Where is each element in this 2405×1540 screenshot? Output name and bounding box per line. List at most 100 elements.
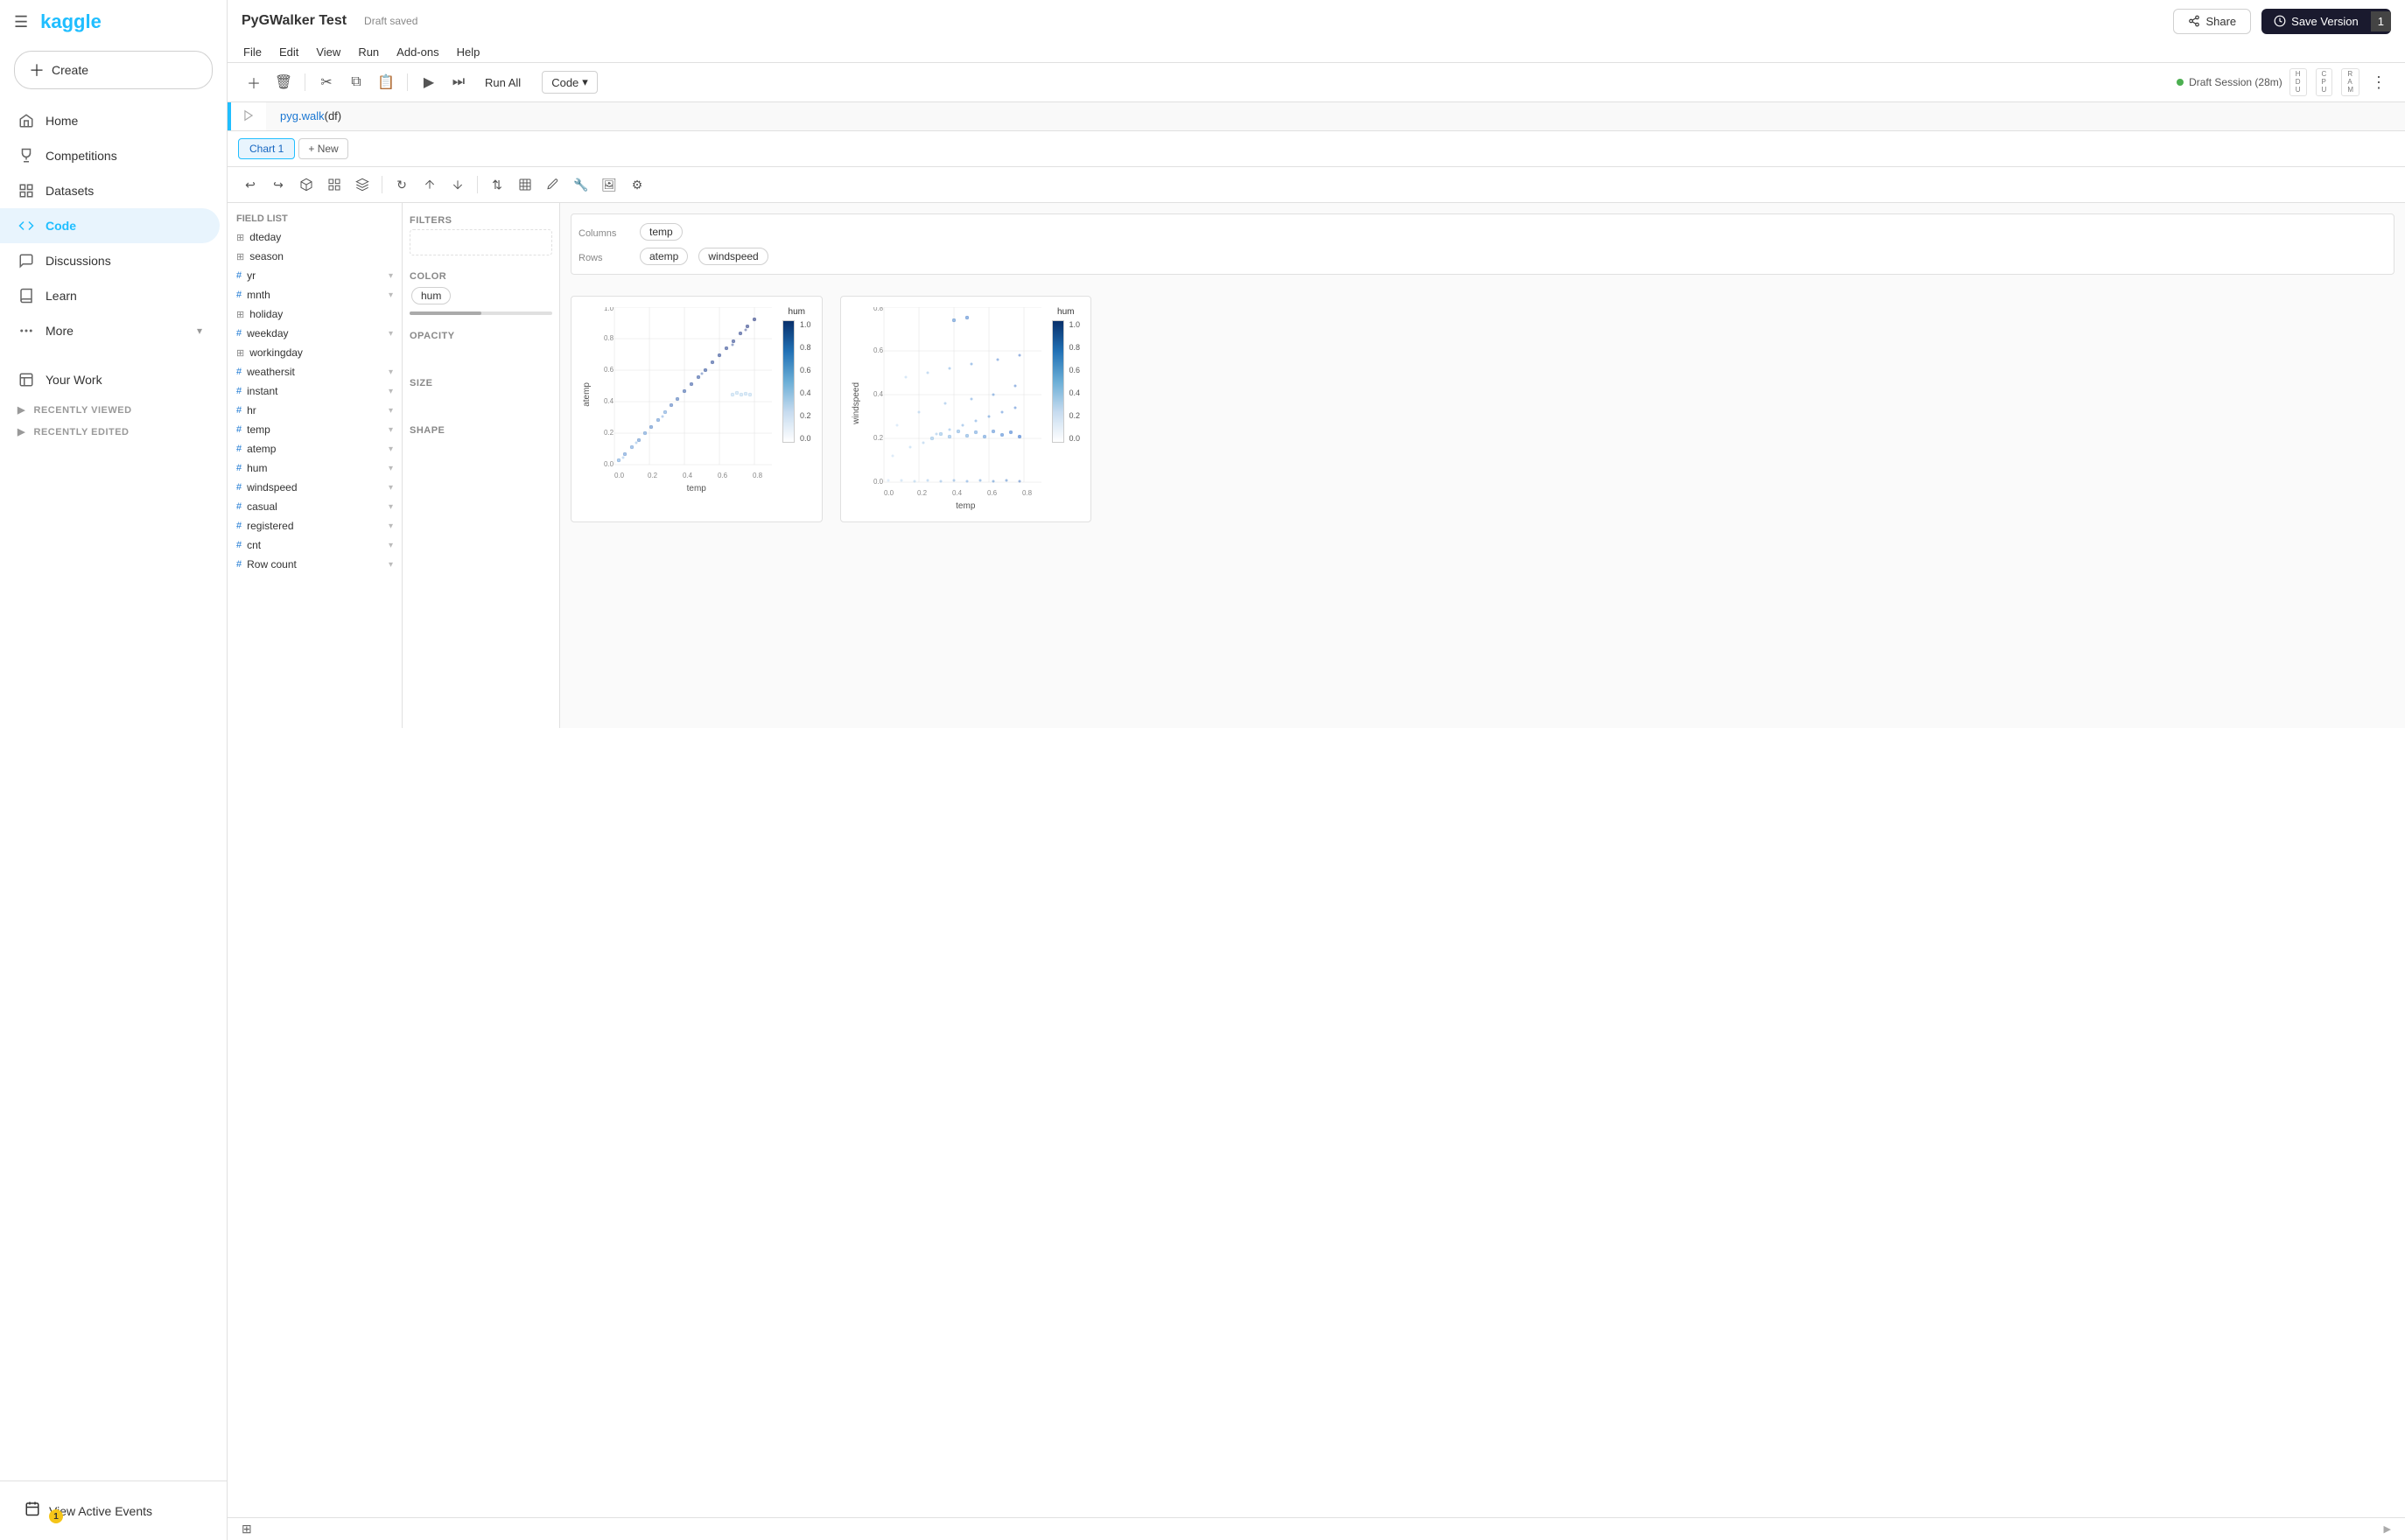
recently-viewed-expand[interactable]: ▶ bbox=[18, 405, 25, 416]
rows-tag-atemp[interactable]: atemp bbox=[640, 248, 688, 265]
share-button[interactable]: Share bbox=[2173, 9, 2251, 34]
create-button[interactable]: ＋ Create bbox=[14, 51, 213, 89]
field-expand-chevron[interactable]: ▾ bbox=[389, 560, 393, 570]
resize-handle-right[interactable]: ▶ bbox=[2384, 1523, 2391, 1535]
field-item-season[interactable]: ⊞season bbox=[228, 247, 402, 266]
chart-tab-1[interactable]: Chart 1 bbox=[238, 138, 295, 159]
menu-help[interactable]: Help bbox=[448, 42, 489, 62]
sidebar-item-datasets[interactable]: Datasets bbox=[0, 173, 220, 208]
field-expand-chevron[interactable]: ▾ bbox=[389, 541, 393, 550]
add-cell-button[interactable]: ＋ bbox=[242, 70, 266, 94]
field-expand-chevron[interactable]: ▾ bbox=[389, 425, 393, 435]
field-expand-chevron[interactable]: ▾ bbox=[389, 522, 393, 531]
ram-resource-button[interactable]: RAM bbox=[2341, 68, 2359, 96]
sidebar-item-code[interactable]: Code bbox=[0, 208, 220, 243]
field-item-row-count[interactable]: #Row count▾ bbox=[228, 555, 402, 574]
sidebar-item-learn[interactable]: Learn bbox=[0, 278, 220, 313]
field-expand-chevron[interactable]: ▾ bbox=[389, 271, 393, 281]
color-slider-track[interactable] bbox=[410, 312, 552, 315]
scatter-svg-1[interactable]: 0.0 0.2 0.4 0.6 0.8 0.0 0.2 0.4 0.6 bbox=[597, 307, 772, 482]
hdu-resource-button[interactable]: HDU bbox=[2289, 68, 2307, 96]
copy-button[interactable]: ⧉ bbox=[344, 70, 368, 94]
field-item-weathersit[interactable]: #weathersit▾ bbox=[228, 362, 402, 382]
redo-button[interactable]: ↪ bbox=[266, 172, 291, 197]
more-options-button[interactable]: ⋮ bbox=[2366, 70, 2391, 94]
sidebar-item-discussions[interactable]: Discussions bbox=[0, 243, 220, 278]
brush-select-button[interactable] bbox=[541, 172, 565, 197]
shape-drop-zone[interactable] bbox=[410, 439, 552, 457]
chart-type-3d-button[interactable] bbox=[294, 172, 319, 197]
menu-addons[interactable]: Add-ons bbox=[388, 42, 447, 62]
menu-file[interactable]: File bbox=[235, 42, 270, 62]
field-expand-chevron[interactable]: ▾ bbox=[389, 502, 393, 512]
field-item-registered[interactable]: #registered▾ bbox=[228, 516, 402, 536]
menu-edit[interactable]: Edit bbox=[270, 42, 307, 62]
field-expand-chevron[interactable]: ▾ bbox=[389, 444, 393, 454]
image-settings-button[interactable]: ⚙ bbox=[625, 172, 649, 197]
color-tag[interactable]: hum bbox=[411, 287, 451, 304]
field-expand-chevron[interactable]: ▾ bbox=[389, 329, 393, 339]
undo-button[interactable]: ↩ bbox=[238, 172, 263, 197]
terminal-icon[interactable]: ⊞ bbox=[242, 1522, 252, 1536]
menu-run[interactable]: Run bbox=[349, 42, 388, 62]
save-version-button[interactable]: Save Version 1 bbox=[2261, 9, 2391, 34]
run-all-button[interactable]: Run All bbox=[476, 73, 529, 93]
fit-view-button[interactable] bbox=[513, 172, 537, 197]
cell-run-button[interactable] bbox=[231, 102, 266, 130]
field-item-hr[interactable]: #hr▾ bbox=[228, 401, 402, 420]
field-expand-chevron[interactable]: ▾ bbox=[389, 406, 393, 416]
cell-code-content[interactable]: pyg.walk(df) bbox=[266, 102, 2405, 130]
field-item-temp[interactable]: #temp▾ bbox=[228, 420, 402, 439]
filters-drop-zone[interactable] bbox=[410, 229, 552, 256]
sort-asc-button[interactable] bbox=[417, 172, 442, 197]
columns-tag-temp[interactable]: temp bbox=[640, 223, 683, 241]
field-item-yr[interactable]: #yr▾ bbox=[228, 266, 402, 285]
field-expand-chevron[interactable]: ▾ bbox=[389, 387, 393, 396]
hamburger-icon[interactable]: ☰ bbox=[14, 13, 28, 32]
paste-button[interactable]: 📋 bbox=[374, 70, 398, 94]
cut-button[interactable]: ✂ bbox=[314, 70, 339, 94]
save-version-main[interactable]: Save Version bbox=[2261, 9, 2371, 34]
selection-button[interactable] bbox=[322, 172, 347, 197]
field-expand-chevron[interactable]: ▾ bbox=[389, 368, 393, 377]
save-version-num[interactable]: 1 bbox=[2371, 11, 2391, 32]
layers-button[interactable] bbox=[350, 172, 375, 197]
field-item-workingday[interactable]: ⊞workingday bbox=[228, 343, 402, 362]
menu-view[interactable]: View bbox=[307, 42, 349, 62]
field-item-cnt[interactable]: #cnt▾ bbox=[228, 536, 402, 555]
field-item-holiday[interactable]: ⊞holiday bbox=[228, 304, 402, 324]
sort-v-button[interactable]: ⇅ bbox=[485, 172, 509, 197]
view-active-events-button[interactable]: 1 View Active Events bbox=[14, 1492, 213, 1530]
sidebar-item-home[interactable]: Home bbox=[0, 103, 220, 138]
field-item-atemp[interactable]: #atemp▾ bbox=[228, 439, 402, 458]
field-expand-chevron[interactable]: ▾ bbox=[389, 464, 393, 473]
size-drop-zone[interactable] bbox=[410, 392, 552, 410]
delete-cell-button[interactable]: 🗑 bbox=[271, 70, 296, 94]
opacity-drop-zone[interactable] bbox=[410, 345, 552, 362]
field-item-windspeed[interactable]: #windspeed▾ bbox=[228, 478, 402, 497]
fast-forward-button[interactable]: ⏭ bbox=[446, 70, 471, 94]
field-expand-chevron[interactable]: ▾ bbox=[389, 483, 393, 493]
field-expand-chevron[interactable]: ▾ bbox=[389, 290, 393, 300]
wrench-button[interactable]: 🔧 bbox=[569, 172, 593, 197]
cpu-resource-button[interactable]: CPU bbox=[2316, 68, 2333, 96]
field-item-instant[interactable]: #instant▾ bbox=[228, 382, 402, 401]
new-chart-tab-button[interactable]: + New bbox=[298, 138, 347, 159]
field-item-mnth[interactable]: #mnth▾ bbox=[228, 285, 402, 304]
code-type-dropdown[interactable]: Code ▾ bbox=[542, 71, 598, 94]
recently-edited-expand[interactable]: ▶ bbox=[18, 427, 25, 438]
sidebar-item-more[interactable]: More ▾ bbox=[0, 313, 220, 348]
field-item-casual[interactable]: #casual▾ bbox=[228, 497, 402, 516]
sort-desc-button[interactable] bbox=[445, 172, 470, 197]
sidebar-your-work[interactable]: Your Work bbox=[0, 362, 220, 397]
field-item-dteday[interactable]: ⊞dteday bbox=[228, 228, 402, 247]
scatter-svg-2[interactable]: 0.0 0.2 0.4 0.6 0.8 0.0 0.2 0.4 0.6 bbox=[866, 307, 1041, 500]
sidebar-item-competitions[interactable]: Competitions bbox=[0, 138, 220, 173]
rows-tag-windspeed[interactable]: windspeed bbox=[698, 248, 768, 265]
run-cell-button[interactable]: ▶ bbox=[417, 70, 441, 94]
field-item-weekday[interactable]: #weekday▾ bbox=[228, 324, 402, 343]
field-item-hum[interactable]: #hum▾ bbox=[228, 458, 402, 478]
image-button[interactable]: 🖼 bbox=[597, 172, 621, 197]
kaggle-logo[interactable]: kaggle bbox=[40, 10, 102, 33]
refresh-button[interactable]: ↻ bbox=[389, 172, 414, 197]
